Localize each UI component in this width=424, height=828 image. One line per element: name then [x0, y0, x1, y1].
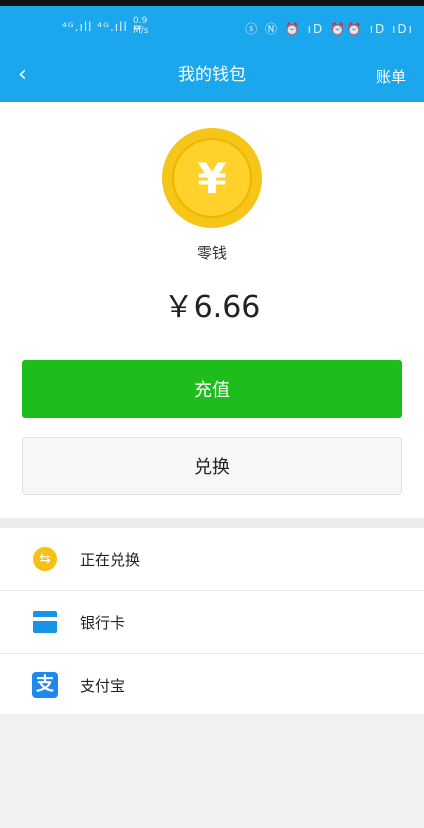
list-item-label: 正在兑换 — [80, 550, 141, 569]
yuan-symbol: ¥ — [172, 138, 252, 218]
network-speed: 0.9 M/s — [133, 16, 149, 36]
list-item-bank-card[interactable]: 银行卡 — [0, 591, 424, 654]
payment-methods-list: ⇆ 正在兑换 银行卡 支 支付宝 — [0, 528, 424, 717]
page-title: 我的钱包 — [178, 65, 246, 85]
list-item-exchanging[interactable]: ⇆ 正在兑换 — [0, 528, 424, 591]
exchange-icon: ⇆ — [33, 547, 57, 571]
balance-amount: ￥6.66 — [163, 290, 261, 325]
exchange-button[interactable]: 兑换 — [22, 437, 402, 495]
wallet-label: 零钱 — [196, 244, 227, 262]
bank-card-icon — [33, 611, 57, 633]
list-item-label: 银行卡 — [80, 613, 126, 632]
signal-indicators: ⁴ᴳ.ıll ⁴ᴳ.ıll ≈ — [62, 20, 144, 34]
recharge-button[interactable]: 充值 — [22, 360, 402, 418]
status-icons: ⓢ Ⓝ ⏰ ıD ⏰⏰ ıD ıDı — [245, 22, 414, 36]
bill-button[interactable]: 账单 — [376, 66, 406, 87]
section-divider — [0, 518, 424, 528]
list-item-label: 支付宝 — [80, 676, 126, 695]
speed-value: 0.9 — [133, 16, 148, 26]
bottom-area — [0, 714, 424, 828]
header-bar: ⁴ᴳ.ıll ⁴ᴳ.ıll ≈ 0.9 M/s ⓢ Ⓝ ⏰ ıD ⏰⏰ ıD ı… — [0, 6, 424, 102]
status-bar: ⁴ᴳ.ıll ⁴ᴳ.ıll ≈ 0.9 M/s ⓢ Ⓝ ⏰ ıD ⏰⏰ ıD ı… — [0, 6, 424, 50]
speed-unit: M/s — [133, 26, 149, 36]
coin-icon: ¥ — [162, 128, 262, 228]
list-item-alipay[interactable]: 支 支付宝 — [0, 654, 424, 717]
alipay-icon: 支 — [32, 672, 58, 698]
